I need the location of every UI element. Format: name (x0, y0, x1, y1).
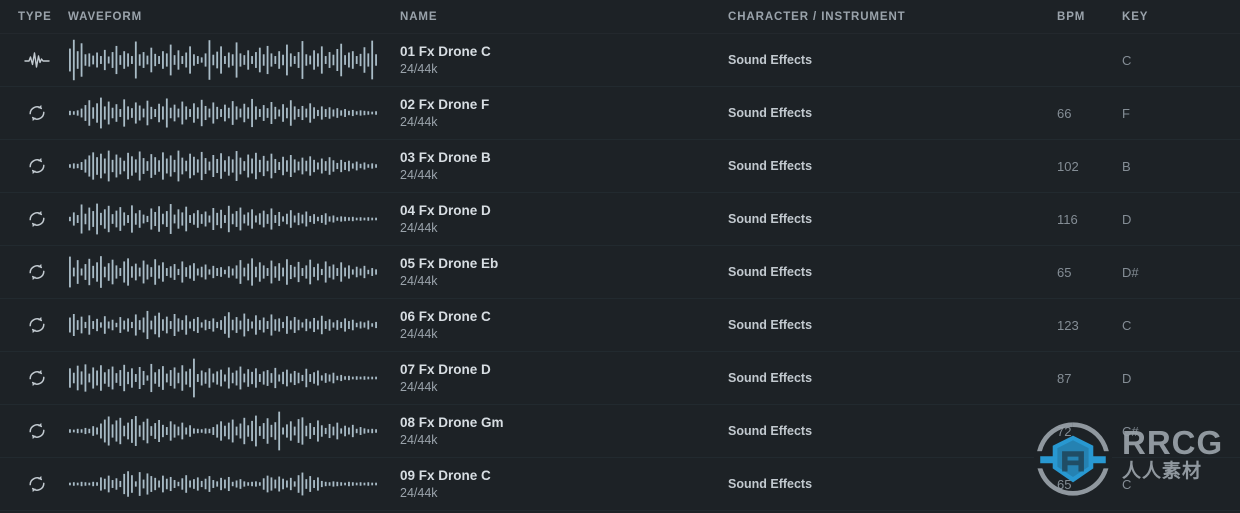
sample-bpm: 87 (1057, 370, 1072, 386)
sample-name-cell[interactable]: 02 Fx Drone F 24/44k (400, 87, 720, 139)
sample-title: 06 Fx Drone C (400, 309, 491, 324)
sample-key: C# (1122, 423, 1139, 439)
waveform-preview[interactable] (68, 405, 378, 457)
sample-character: Sound Effects (728, 265, 813, 279)
column-header-bpm[interactable]: BPM (1057, 11, 1085, 23)
loop-icon[interactable] (22, 204, 52, 234)
sample-key: C (1122, 317, 1132, 333)
sample-bpm: 123 (1057, 317, 1079, 333)
sample-key: D (1122, 370, 1132, 386)
loop-icon[interactable] (22, 310, 52, 340)
sample-bpm: 66 (1057, 105, 1072, 121)
sample-character: Sound Effects (728, 477, 813, 491)
sample-title: 01 Fx Drone C (400, 44, 491, 59)
sample-title: 04 Fx Drone D (400, 203, 491, 218)
sample-format: 24/44k (400, 221, 438, 235)
table-header: TYPE WAVEFORM NAME CHARACTER / INSTRUMEN… (0, 0, 1240, 34)
sample-title: 07 Fx Drone D (400, 362, 491, 377)
sample-name-cell[interactable]: 04 Fx Drone D 24/44k (400, 193, 720, 245)
table-row[interactable]: 04 Fx Drone D 24/44k Sound Effects 116 D (0, 193, 1240, 246)
sample-bpm: 102 (1057, 158, 1079, 174)
sample-format: 24/44k (400, 62, 438, 76)
sample-bpm: 116 (1057, 211, 1078, 227)
loop-icon[interactable] (22, 416, 52, 446)
loop-icon[interactable] (22, 257, 52, 287)
sample-key: C (1122, 476, 1132, 492)
loop-icon[interactable] (22, 469, 52, 499)
table-row[interactable]: 02 Fx Drone F 24/44k Sound Effects 66 F (0, 87, 1240, 140)
sample-format: 24/44k (400, 274, 438, 288)
sample-title: 09 Fx Drone C (400, 468, 491, 483)
waveform-oneshot-icon[interactable] (22, 45, 52, 75)
loop-icon[interactable] (22, 151, 52, 181)
sample-format: 24/44k (400, 168, 438, 182)
waveform-preview[interactable] (68, 246, 378, 298)
sample-name-cell[interactable]: 03 Fx Drone B 24/44k (400, 140, 720, 192)
sample-character: Sound Effects (728, 371, 813, 385)
table-row[interactable]: 03 Fx Drone B 24/44k Sound Effects 102 B (0, 140, 1240, 193)
table-row[interactable]: 05 Fx Drone Eb 24/44k Sound Effects 65 D# (0, 246, 1240, 299)
sample-bpm: 72 (1057, 423, 1072, 439)
table-row[interactable]: 06 Fx Drone C 24/44k Sound Effects 123 C (0, 299, 1240, 352)
table-row[interactable]: 01 Fx Drone C 24/44k Sound Effects C (0, 34, 1240, 87)
sample-name-cell[interactable]: 07 Fx Drone D 24/44k (400, 352, 720, 404)
loop-icon[interactable] (22, 363, 52, 393)
sample-key: B (1122, 158, 1131, 174)
waveform-preview[interactable] (68, 34, 378, 86)
sample-name-cell[interactable]: 08 Fx Drone Gm 24/44k (400, 405, 720, 457)
sample-key: F (1122, 105, 1130, 121)
waveform-preview[interactable] (68, 299, 378, 351)
table-row[interactable]: 09 Fx Drone C 24/44k Sound Effects 65 C (0, 458, 1240, 511)
sample-key: D (1122, 211, 1132, 227)
sample-format: 24/44k (400, 327, 438, 341)
loop-icon[interactable] (22, 98, 52, 128)
sample-title: 08 Fx Drone Gm (400, 415, 504, 430)
sample-character: Sound Effects (728, 159, 813, 173)
column-header-key[interactable]: KEY (1122, 11, 1148, 23)
sample-name-cell[interactable]: 01 Fx Drone C 24/44k (400, 34, 720, 86)
table-row[interactable]: 07 Fx Drone D 24/44k Sound Effects 87 D (0, 352, 1240, 405)
sample-character: Sound Effects (728, 212, 813, 226)
waveform-preview[interactable] (68, 87, 378, 139)
column-header-name[interactable]: NAME (400, 11, 437, 23)
sample-key: C (1122, 52, 1132, 68)
sample-title: 03 Fx Drone B (400, 150, 491, 165)
sample-format: 24/44k (400, 486, 438, 500)
sample-bpm: 65 (1057, 476, 1072, 492)
sample-key: D# (1122, 264, 1139, 280)
sample-bpm: 65 (1057, 264, 1072, 280)
column-header-type[interactable]: TYPE (18, 11, 52, 23)
sample-list: 01 Fx Drone C 24/44k Sound Effects C 02 Fx D… (0, 34, 1240, 511)
sample-title: 02 Fx Drone F (400, 97, 490, 112)
sample-name-cell[interactable]: 09 Fx Drone C 24/44k (400, 458, 720, 510)
waveform-preview[interactable] (68, 458, 378, 510)
sample-bpm (1057, 34, 1105, 86)
sample-format: 24/44k (400, 433, 438, 447)
table-row[interactable]: 08 Fx Drone Gm 24/44k Sound Effects 72 C# (0, 405, 1240, 458)
column-header-character[interactable]: CHARACTER / INSTRUMENT (728, 11, 906, 23)
sample-character: Sound Effects (728, 424, 813, 438)
sample-title: 05 Fx Drone Eb (400, 256, 499, 271)
sample-name-cell[interactable]: 05 Fx Drone Eb 24/44k (400, 246, 720, 298)
waveform-preview[interactable] (68, 140, 378, 192)
sample-format: 24/44k (400, 380, 438, 394)
waveform-preview[interactable] (68, 193, 378, 245)
sample-name-cell[interactable]: 06 Fx Drone C 24/44k (400, 299, 720, 351)
sample-format: 24/44k (400, 115, 438, 129)
sample-character: Sound Effects (728, 53, 813, 67)
sample-character: Sound Effects (728, 318, 813, 332)
column-header-waveform[interactable]: WAVEFORM (68, 11, 142, 23)
sample-character: Sound Effects (728, 106, 813, 120)
waveform-preview[interactable] (68, 352, 378, 404)
